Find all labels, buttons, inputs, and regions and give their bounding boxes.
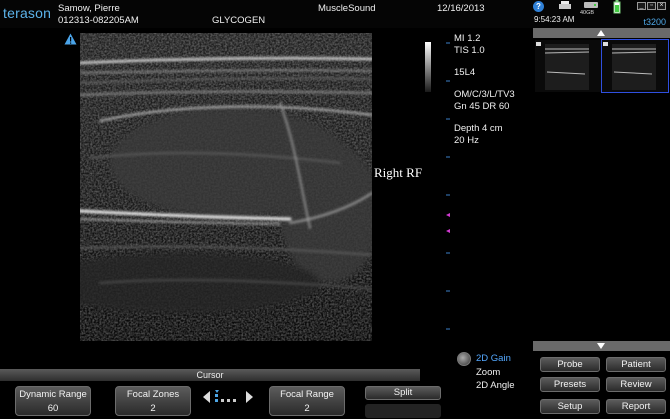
clock-time: 9:54:23 AM [534, 15, 575, 24]
close-icon[interactable]: × [657, 2, 666, 10]
warning-icon[interactable] [64, 33, 77, 45]
focal-zones-button[interactable]: Focal Zones 2 [115, 386, 191, 416]
knob-menu-zoom[interactable]: Zoom [476, 367, 500, 378]
focal-position-indicator [215, 390, 236, 402]
dynamic-range-value: 60 [47, 403, 59, 414]
chevron-down-icon [597, 343, 605, 349]
presets-button[interactable]: Presets [540, 377, 600, 392]
status-header: terason Samow, Pierre 012313-082205AM GL… [0, 0, 670, 28]
knob-menu-2d-angle[interactable]: 2D Angle [476, 380, 515, 391]
mi-value: MI 1.2 [454, 33, 481, 44]
focal-range-value: 2 [304, 403, 310, 414]
patient-id: 012313-082205AM [58, 15, 139, 26]
patient-name: Samow, Pierre [58, 3, 120, 14]
focal-zones-value: 2 [150, 403, 156, 414]
thumbnail-scroll-down-button[interactable] [533, 341, 670, 351]
knob-menu-2d-gain[interactable]: 2D Gain [476, 353, 511, 364]
ultrasound-image[interactable] [80, 33, 372, 341]
depth-ruler [446, 42, 450, 330]
drive-icon [584, 2, 598, 8]
dynamic-range-label: Dynamic Range [19, 389, 87, 400]
probe-model: 15L4 [454, 67, 476, 78]
drive-capacity: 40GB [580, 10, 595, 16]
focal-range-label: Focal Range [280, 389, 334, 400]
institution-name: MuscleSound [318, 3, 376, 14]
focal-position-left-icon[interactable] [203, 391, 210, 403]
printer-icon[interactable] [558, 1, 572, 10]
restore-icon[interactable]: ▫ [647, 2, 656, 10]
exam-label: GLYCOGEN [212, 15, 266, 26]
focal-zones-label: Focal Zones [126, 389, 180, 400]
patient-button[interactable]: Patient [606, 357, 666, 372]
split-button[interactable]: Split [365, 386, 441, 400]
focal-position-right-icon[interactable] [246, 391, 253, 403]
imaging-parameters: MI 1.2 TIS 1.0 15L4 OM/C/3/L/TV3 Gn 45 D… [454, 33, 515, 147]
frame-rate: 20 Hz [454, 135, 479, 146]
thumbnail-panel [533, 28, 670, 353]
imaging-mode: OM/C/3/L/TV3 [454, 89, 515, 100]
system-model: t3200 [643, 17, 666, 27]
thumbnail-image[interactable] [535, 40, 601, 92]
image-annotation: Right RF [374, 165, 423, 180]
report-button[interactable]: Report [606, 399, 666, 414]
minimize-icon[interactable]: _ [637, 2, 646, 10]
rotary-knob-icon[interactable] [457, 352, 471, 366]
exam-date: 12/16/2013 [437, 3, 485, 14]
help-icon[interactable]: ? [533, 1, 544, 12]
depth-value: Depth 4 cm [454, 123, 503, 134]
review-button[interactable]: Review [606, 377, 666, 392]
setup-button[interactable]: Setup [540, 399, 600, 414]
grayscale-bar [425, 42, 431, 92]
cursor-bar[interactable]: Cursor [0, 369, 420, 381]
chevron-up-icon [597, 30, 605, 36]
tis-value: TIS 1.0 [454, 45, 485, 56]
dynamic-range-button[interactable]: Dynamic Range 60 [15, 386, 91, 416]
terason-logo: terason [3, 5, 52, 21]
thumbnail-scroll-up-button[interactable] [533, 28, 670, 38]
gain-dr: Gn 45 DR 60 [454, 101, 510, 112]
power-icon [613, 0, 621, 14]
probe-button[interactable]: Probe [540, 357, 600, 372]
thumbnail-image-selected[interactable] [601, 39, 669, 93]
focal-range-button[interactable]: Focal Range 2 [269, 386, 345, 416]
empty-control-slot [365, 404, 441, 418]
